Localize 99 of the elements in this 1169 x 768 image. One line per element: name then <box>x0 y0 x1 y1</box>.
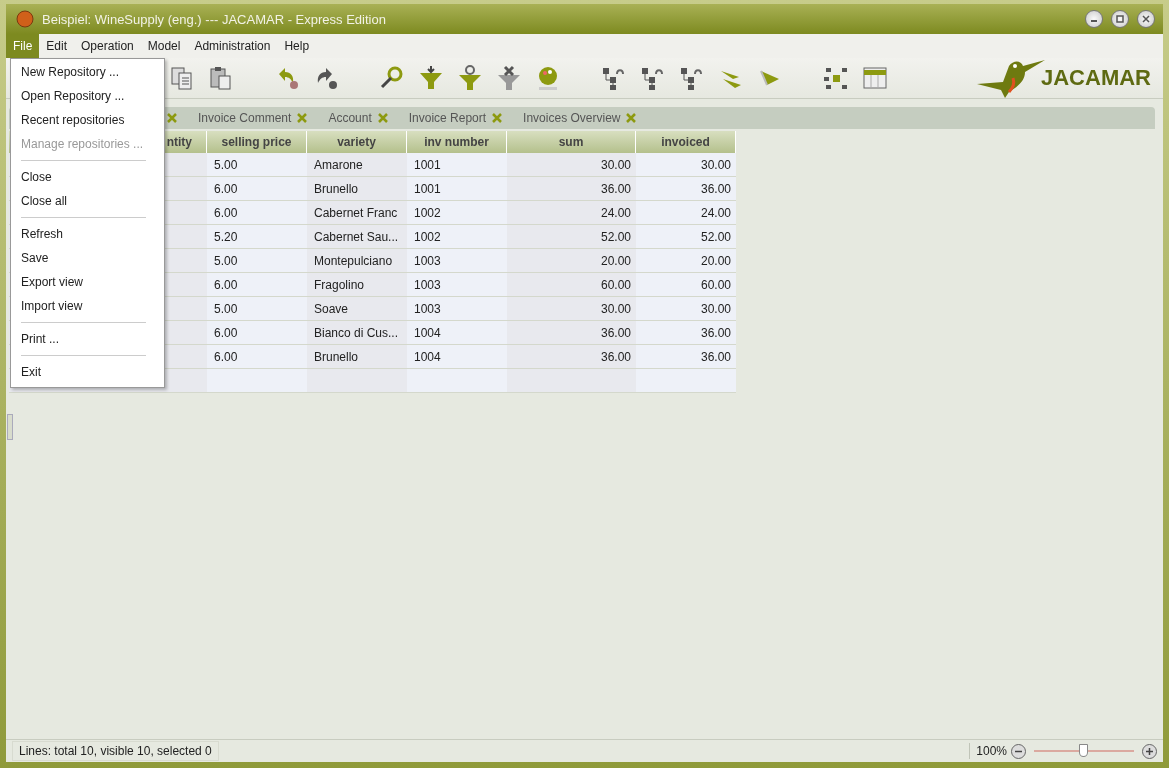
table-cell: 5.20 <box>207 225 307 249</box>
menu-item[interactable]: New Repository ... <box>11 60 164 84</box>
funnel-icon <box>457 65 483 91</box>
table-icon <box>862 65 888 91</box>
slider-thumb[interactable] <box>1079 744 1088 757</box>
table-cell: 6.00 <box>207 177 307 201</box>
maximize-button[interactable] <box>1111 10 1129 28</box>
table-cell: Soave <box>307 297 407 321</box>
table-cell: 30.00 <box>636 153 736 177</box>
table-cell: 30.00 <box>636 297 736 321</box>
column-header[interactable]: inv number <box>407 131 507 153</box>
table-cell: Fragolino <box>307 273 407 297</box>
table-cell: 6.00 <box>207 321 307 345</box>
table-cell: Cabernet Franc <box>307 201 407 225</box>
table-cell: 6.00 <box>207 345 307 369</box>
zoom-out-button[interactable] <box>1011 743 1026 759</box>
menu-item[interactable]: Close all <box>11 189 164 213</box>
table-cell: 60.00 <box>636 273 736 297</box>
menu-title[interactable]: Edit <box>39 34 75 58</box>
table-cell: 52.00 <box>507 225 636 249</box>
table-cell: 1003 <box>407 297 507 321</box>
tab[interactable]: Invoices Overview <box>511 107 646 129</box>
column-header[interactable]: selling price <box>207 131 307 153</box>
table-cell: 1003 <box>407 273 507 297</box>
menu-item[interactable]: Save <box>11 246 164 270</box>
table-cell: 20.00 <box>636 249 736 273</box>
window-title: Beispiel: WineSupply (eng.) --- JACAMAR - Express Edition <box>42 11 387 27</box>
table-cell: Montepulciano <box>307 249 407 273</box>
close-icon <box>1142 15 1150 23</box>
table-cell: 36.00 <box>507 177 636 201</box>
menu-item[interactable]: Refresh <box>11 222 164 246</box>
maximize-icon <box>1116 15 1124 23</box>
zoom-level: 100% <box>976 744 1007 758</box>
table-cell: 36.00 <box>636 177 736 201</box>
table-cell: 52.00 <box>636 225 736 249</box>
minimize-button[interactable] <box>1085 10 1103 28</box>
app-icon <box>16 10 34 28</box>
tab[interactable]: Invoice Report <box>396 107 512 129</box>
close-icon[interactable] <box>166 112 178 124</box>
tab[interactable]: Account <box>316 107 397 129</box>
logo-text: JACAMAR <box>1041 65 1151 91</box>
table-cell: 1004 <box>407 345 507 369</box>
tree-icon <box>601 65 627 91</box>
menu-item[interactable]: Import view <box>11 294 164 318</box>
copy-icon <box>169 65 195 91</box>
table-cell: 24.00 <box>507 201 636 225</box>
plus-icon <box>1145 746 1154 756</box>
menu-item[interactable]: Recent repositories <box>11 108 164 132</box>
column-header[interactable]: variety <box>307 131 407 153</box>
tree-icon <box>640 65 666 91</box>
paste-icon <box>208 65 234 91</box>
table-cell: 60.00 <box>507 273 636 297</box>
funnel-icon <box>496 65 522 91</box>
table-cell: 1003 <box>407 249 507 273</box>
table-cell: Cabernet Sau... <box>307 225 407 249</box>
tree-icon <box>679 65 705 91</box>
menu-item[interactable]: Exit <box>11 360 164 384</box>
menu-item[interactable]: Open Repository ... <box>11 84 164 108</box>
splitter-handle[interactable] <box>7 414 13 440</box>
table-cell: 24.00 <box>636 201 736 225</box>
table-cell: 6.00 <box>207 201 307 225</box>
menu-title[interactable]: Model <box>140 34 188 58</box>
tab[interactable]: Invoice Comment <box>186 107 317 129</box>
table-cell: 1002 <box>407 225 507 249</box>
table-cell: 1002 <box>407 201 507 225</box>
table-cell: 1004 <box>407 321 507 345</box>
menu-item[interactable]: Export view <box>11 270 164 294</box>
table-cell: 5.00 <box>207 297 307 321</box>
table-cell: 36.00 <box>636 321 736 345</box>
table-cell: 6.00 <box>207 273 307 297</box>
table-cell: Brunello <box>307 345 407 369</box>
column-header[interactable]: sum <box>507 131 636 153</box>
table-cell: 30.00 <box>507 297 636 321</box>
table-cell: 5.00 <box>207 153 307 177</box>
table-cell: 36.00 <box>507 345 636 369</box>
menu-item[interactable]: Close <box>11 165 164 189</box>
table-cell: Bianco di Cus... <box>307 321 407 345</box>
table-cell: 36.00 <box>636 345 736 369</box>
table-cell: Brunello <box>307 177 407 201</box>
menu-title[interactable]: File <box>6 34 40 58</box>
table-cell: Amarone <box>307 153 407 177</box>
menu-title[interactable]: Operation <box>74 34 141 58</box>
search-icon <box>379 65 405 91</box>
close-button[interactable] <box>1137 10 1155 28</box>
table-cell: 30.00 <box>507 153 636 177</box>
table-cell: 1001 <box>407 177 507 201</box>
zoom-in-button[interactable] <box>1142 743 1157 759</box>
table-cell: 36.00 <box>507 321 636 345</box>
funnel-icon <box>418 65 444 91</box>
menu-item[interactable]: Print ... <box>11 327 164 351</box>
column-header[interactable]: invoiced <box>636 131 736 153</box>
menu-title[interactable]: Administration <box>187 34 278 58</box>
table-cell: 5.00 <box>207 249 307 273</box>
toolbar-button[interactable] <box>417 64 445 92</box>
table-cell: 1001 <box>407 153 507 177</box>
network-icon <box>823 65 849 91</box>
status-text: Lines: total 10, visible 10, selected 0 <box>12 741 219 761</box>
table-cell: 20.00 <box>507 249 636 273</box>
menu-title[interactable]: Help <box>277 34 317 58</box>
